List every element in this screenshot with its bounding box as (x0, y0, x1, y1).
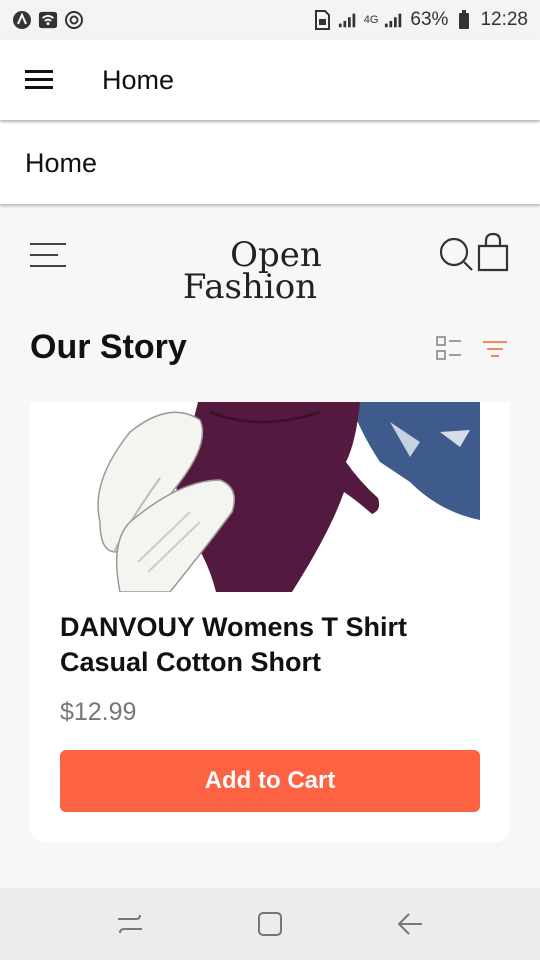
logo-line-2: Fashion (183, 267, 317, 307)
network-type: 4G (363, 14, 379, 26)
product-image (60, 402, 480, 592)
status-right: 4G 63% 12:28 (312, 9, 528, 31)
add-to-cart-button[interactable]: Add to Cart (60, 750, 480, 812)
shopping-bag-icon[interactable] (476, 232, 510, 272)
recent-apps-icon (118, 914, 142, 934)
home-icon (258, 912, 282, 936)
menu-icon[interactable] (28, 240, 68, 270)
app-bar: Home (0, 40, 540, 120)
list-view-icon[interactable] (436, 336, 462, 362)
menu-icon (25, 70, 53, 89)
sim-icon (312, 10, 332, 30)
app-icon (12, 10, 32, 30)
shop-header: Open Fashion (0, 226, 540, 316)
status-left (12, 10, 84, 30)
sync-icon (64, 10, 84, 30)
signal-icon (338, 10, 358, 30)
wifi-icon (38, 10, 58, 30)
main-content: Open Fashion Our Story DANVOUY Womens T … (0, 206, 540, 888)
signal-icon (384, 10, 404, 30)
search-icon[interactable] (438, 236, 474, 272)
battery-icon (454, 10, 474, 30)
app-bar-title: Home (102, 64, 175, 95)
product-title[interactable]: DANVOUY Womens T Shirt Casual Cotton Sho… (60, 610, 480, 680)
system-nav-bar (0, 888, 540, 960)
product-card[interactable]: DANVOUY Womens T Shirt Casual Cotton Sho… (30, 402, 510, 842)
menu-button[interactable] (0, 40, 80, 120)
clock: 12:28 (480, 9, 528, 30)
back-arrow-icon (397, 913, 422, 935)
page-title: Home (25, 147, 98, 178)
back-button[interactable] (390, 904, 430, 944)
page-header: Home (0, 122, 540, 204)
recent-apps-button[interactable] (110, 904, 150, 944)
filter-icon[interactable] (482, 339, 508, 359)
section-title: Our Story (30, 328, 187, 366)
battery-percent: 63% (410, 9, 449, 30)
status-bar: 4G 63% 12:28 (0, 0, 540, 40)
home-button[interactable] (250, 904, 290, 944)
product-price: $12.99 (60, 698, 137, 726)
open-fashion-logo: Open Fashion (183, 235, 322, 307)
